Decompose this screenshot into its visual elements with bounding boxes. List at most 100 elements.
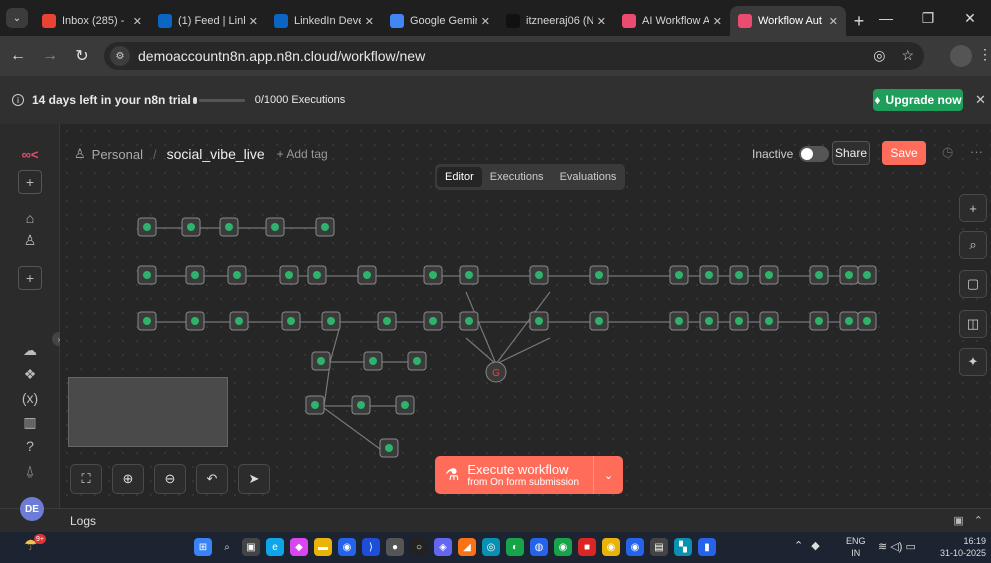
node-icon xyxy=(429,317,437,325)
browser-menu-icon[interactable]: ⋮ xyxy=(978,46,991,63)
close-tab-icon[interactable]: ✕ xyxy=(133,15,142,28)
file-explorer-icon[interactable]: ▬ xyxy=(314,538,332,556)
undo-icon[interactable]: ↶ xyxy=(196,464,228,494)
n8n-logo-icon[interactable]: ∞< xyxy=(18,142,42,166)
active-toggle[interactable] xyxy=(799,146,830,162)
cloud-icon[interactable]: ☁ xyxy=(18,338,42,362)
app-icon[interactable]: ◉ xyxy=(338,538,356,556)
url-field[interactable]: ⚙ demoaccountn8n.app.n8n.cloud/workflow/… xyxy=(104,42,924,70)
app10-icon[interactable]: ▮ xyxy=(698,538,716,556)
project-link[interactable]: Personal xyxy=(92,147,143,162)
app2-icon[interactable]: ◈ xyxy=(434,538,452,556)
search-icon[interactable]: ⌕ xyxy=(218,538,236,556)
panel-toggle-icon[interactable]: ◫ xyxy=(959,310,987,338)
sticky-note-icon[interactable]: ▢ xyxy=(959,270,987,298)
tray-chevron-icon[interactable]: ⌃ xyxy=(794,539,803,552)
reload-button[interactable]: ↻ xyxy=(68,42,96,70)
ai-assistant-icon[interactable]: ✦ xyxy=(959,348,987,376)
close-tab-icon[interactable]: ✕ xyxy=(829,15,838,28)
tab-editor[interactable]: Editor xyxy=(437,167,482,187)
browser-tab[interactable]: Google Gemin ✕ xyxy=(382,6,498,36)
help-icon[interactable]: ? xyxy=(18,434,42,458)
browser-tab[interactable]: Workflow Aut ✕ xyxy=(730,6,846,36)
vscode-icon[interactable]: ⟩ xyxy=(362,538,380,556)
minimap[interactable] xyxy=(68,377,228,447)
tray-app-icon[interactable]: ◆ xyxy=(811,539,819,552)
maximize-button[interactable]: ❐ xyxy=(907,6,949,30)
more-options-icon[interactable]: ··· xyxy=(970,144,983,159)
history-icon[interactable]: ◷ xyxy=(942,144,953,160)
system-tray: ⌃ ◆ xyxy=(794,539,820,552)
user-icon[interactable]: ♙ xyxy=(18,228,42,252)
site-info-icon[interactable]: ⚙ xyxy=(110,46,130,66)
browser-tab[interactable]: (1) Feed | Link ✕ xyxy=(150,6,266,36)
copilot-icon[interactable]: ◆ xyxy=(290,538,308,556)
upgrade-button[interactable]: ♦ Upgrade now xyxy=(873,89,963,111)
task-view-icon[interactable]: ▣ xyxy=(242,538,260,556)
save-button[interactable]: Save xyxy=(882,141,926,165)
chrome3-icon[interactable]: ◉ xyxy=(626,538,644,556)
notifications-icon[interactable]: ⍙ xyxy=(18,458,42,482)
app7-icon[interactable]: ■ xyxy=(578,538,596,556)
execute-dropdown-icon[interactable]: ⌄ xyxy=(593,456,623,494)
add-tag-link[interactable]: + Add tag xyxy=(277,147,328,161)
app8-icon[interactable]: ▤ xyxy=(650,538,668,556)
clock[interactable]: 16:19 31-10-2025 xyxy=(926,535,986,559)
close-window-button[interactable]: ✕ xyxy=(949,6,991,30)
terminal-icon[interactable]: ○ xyxy=(410,538,428,556)
app5-icon[interactable]: ◐ xyxy=(506,538,524,556)
workflow-name[interactable]: social_vibe_live xyxy=(167,146,265,162)
insights-icon[interactable]: ▥ xyxy=(18,410,42,434)
app4-icon[interactable]: ◎ xyxy=(482,538,500,556)
github-desktop-icon[interactable]: ● xyxy=(386,538,404,556)
close-tab-icon[interactable]: ✕ xyxy=(481,15,490,28)
pop-out-icon[interactable]: ▣ xyxy=(953,514,963,527)
user-avatar[interactable]: DE xyxy=(20,497,44,521)
forward-button[interactable]: → xyxy=(36,42,64,70)
executions-count: 0/1000 Executions xyxy=(254,94,346,106)
close-banner-icon[interactable]: ✕ xyxy=(975,92,986,108)
bookmark-star-icon[interactable]: ☆ xyxy=(901,47,914,64)
variables-icon[interactable]: (x) xyxy=(18,386,42,410)
app9-icon[interactable]: ▚ xyxy=(674,538,692,556)
tab-executions[interactable]: Executions xyxy=(482,167,552,187)
language-indicator[interactable]: ENG IN xyxy=(846,535,866,559)
browser-tab[interactable]: itzneeraj06 (N ✕ xyxy=(498,6,614,36)
expand-chevron-icon[interactable]: ⌃ xyxy=(974,514,983,527)
hide-eye-icon[interactable]: ◎ xyxy=(873,47,885,64)
home-icon[interactable]: ⌂ xyxy=(18,206,42,230)
browser-tab[interactable]: AI Workflow A ✕ xyxy=(614,6,730,36)
close-tab-icon[interactable]: ✕ xyxy=(597,15,606,28)
tidy-up-icon[interactable]: ➤ xyxy=(238,464,270,494)
wifi-volume-battery-icons[interactable]: ≋ ◁) ▭ xyxy=(878,540,916,553)
workflow-canvas[interactable]: ♙ Personal / social_vibe_live + Add tag … xyxy=(60,124,991,508)
close-tab-icon[interactable]: ✕ xyxy=(365,15,374,28)
share-button[interactable]: Share xyxy=(832,141,870,165)
search-nodes-icon[interactable]: ⌕ xyxy=(959,231,987,259)
execute-workflow-button[interactable]: ⚗ Execute workflow from On form submissi… xyxy=(435,456,623,494)
close-tab-icon[interactable]: ✕ xyxy=(249,15,258,28)
add-node-button[interactable]: + xyxy=(959,194,987,222)
add-project-icon[interactable]: + xyxy=(18,266,42,290)
app6-icon[interactable]: ◍ xyxy=(530,538,548,556)
logs-panel-bar[interactable]: DE Logs ▣ ⌃ xyxy=(0,497,991,532)
fit-view-icon[interactable]: ⛶ xyxy=(70,464,102,494)
chrome2-icon[interactable]: ◉ xyxy=(602,538,620,556)
edge-icon[interactable]: e xyxy=(266,538,284,556)
profile-avatar[interactable] xyxy=(950,45,972,67)
chrome-icon[interactable]: ◉ xyxy=(554,538,572,556)
back-button[interactable]: ← xyxy=(4,42,32,70)
browser-tab[interactable]: LinkedIn Deve ✕ xyxy=(266,6,382,36)
zoom-in-icon[interactable]: ⊕ xyxy=(112,464,144,494)
browser-tab[interactable]: Inbox (285) - ✕ xyxy=(34,6,150,36)
tab-search-button[interactable]: ⌄ xyxy=(6,8,28,28)
node-icon xyxy=(735,271,743,279)
minimize-button[interactable]: — xyxy=(865,6,907,30)
close-tab-icon[interactable]: ✕ xyxy=(713,15,722,28)
start-icon[interactable]: ⊞ xyxy=(194,538,212,556)
zoom-out-icon[interactable]: ⊖ xyxy=(154,464,186,494)
tab-evaluations[interactable]: Evaluations xyxy=(552,167,625,187)
create-plus-icon[interactable]: + xyxy=(18,170,42,194)
app3-icon[interactable]: ◢ xyxy=(458,538,476,556)
templates-icon[interactable]: ❖ xyxy=(18,362,42,386)
